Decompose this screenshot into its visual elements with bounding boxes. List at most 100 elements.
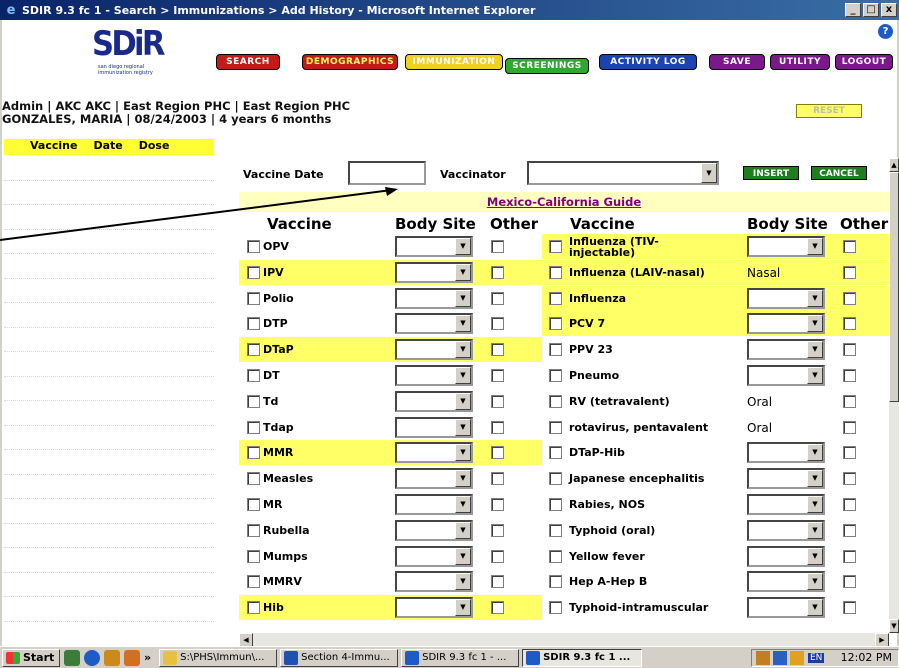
network-icon[interactable] (773, 650, 787, 665)
other-site-checkbox[interactable] (843, 420, 856, 434)
ie-quicklaunch-icon[interactable] (84, 649, 100, 666)
chevron-down-icon[interactable]: ▼ (807, 547, 823, 565)
vaccine-checkbox[interactable] (247, 549, 260, 563)
quicklaunch-chevron[interactable]: » (144, 651, 151, 664)
vaccine-checkbox[interactable] (549, 446, 562, 460)
body-site-select[interactable]: ▼ (747, 339, 825, 361)
body-site-select[interactable]: ▼ (747, 365, 825, 386)
chevron-down-icon[interactable]: ▼ (701, 163, 717, 183)
other-site-checkbox[interactable] (491, 575, 504, 589)
chevron-down-icon[interactable]: ▼ (807, 315, 823, 333)
taskbar-item-word[interactable]: Section 4-Immu... (280, 648, 399, 667)
other-site-checkbox[interactable] (843, 549, 856, 563)
chevron-down-icon[interactable]: ▼ (455, 263, 471, 281)
body-site-select[interactable]: ▼ (747, 545, 825, 567)
logout-button[interactable]: LOGOUT (835, 54, 893, 70)
vaccine-checkbox[interactable] (247, 369, 260, 382)
scroll-left-arrow-icon[interactable]: ◀ (239, 633, 253, 647)
insert-button[interactable]: INSERT (743, 166, 799, 180)
body-site-select[interactable]: ▼ (747, 519, 825, 541)
vertical-scrollbar[interactable]: ▲ ▼ (889, 158, 899, 633)
vaccine-checkbox[interactable] (549, 601, 562, 615)
body-site-select[interactable]: ▼ (395, 597, 473, 619)
vaccinator-select[interactable]: ▼ (527, 161, 719, 185)
chevron-down-icon[interactable]: ▼ (807, 444, 823, 462)
other-site-checkbox[interactable] (491, 601, 504, 615)
minimize-button[interactable]: _ (845, 3, 861, 17)
other-site-checkbox[interactable] (843, 317, 856, 331)
other-site-checkbox[interactable] (491, 498, 504, 511)
scroll-up-arrow-icon[interactable]: ▲ (889, 158, 899, 172)
vaccine-checkbox[interactable] (549, 394, 562, 408)
vaccine-checkbox[interactable] (247, 472, 260, 486)
desktop-icon[interactable] (64, 649, 80, 666)
chevron-down-icon[interactable]: ▼ (807, 367, 823, 384)
body-site-select[interactable]: ▼ (395, 236, 473, 257)
vaccine-checkbox[interactable] (247, 498, 260, 511)
body-site-select[interactable]: ▼ (747, 597, 825, 619)
chevron-down-icon[interactable]: ▼ (455, 238, 471, 255)
chevron-down-icon[interactable]: ▼ (807, 521, 823, 539)
body-site-select[interactable]: ▼ (395, 416, 473, 438)
taskbar-item-folder[interactable]: S:\PHS\Immun\... (159, 648, 278, 667)
reset-button[interactable]: RESET (796, 104, 862, 118)
chevron-down-icon[interactable]: ▼ (807, 341, 823, 359)
body-site-select[interactable]: ▼ (395, 390, 473, 412)
other-site-checkbox[interactable] (843, 291, 856, 305)
body-site-select[interactable]: ▼ (395, 313, 473, 335)
body-site-select[interactable]: ▼ (395, 571, 473, 593)
other-site-checkbox[interactable] (491, 472, 504, 486)
vaccine-checkbox[interactable] (247, 265, 260, 279)
chevron-down-icon[interactable]: ▼ (807, 289, 823, 307)
other-site-checkbox[interactable] (491, 549, 504, 563)
other-site-checkbox[interactable] (843, 343, 856, 357)
chevron-down-icon[interactable]: ▼ (807, 496, 823, 513)
scroll-right-arrow-icon[interactable]: ▶ (875, 633, 889, 647)
vaccine-checkbox[interactable] (549, 575, 562, 589)
vaccine-checkbox[interactable] (247, 343, 260, 357)
cancel-button[interactable]: CANCEL (811, 166, 867, 180)
other-site-checkbox[interactable] (491, 265, 504, 279)
save-button[interactable]: SAVE (709, 54, 765, 70)
taskbar-item-ie-2[interactable]: SDIR 9.3 fc 1 ... (522, 648, 643, 667)
taskbar-item-ie-1[interactable]: SDIR 9.3 fc 1 - ... (401, 648, 520, 667)
body-site-select[interactable]: ▼ (747, 468, 825, 490)
body-site-select[interactable]: ▼ (747, 287, 825, 309)
body-site-select[interactable]: ▼ (747, 313, 825, 335)
chevron-down-icon[interactable]: ▼ (807, 470, 823, 488)
other-site-checkbox[interactable] (843, 446, 856, 460)
vaccine-checkbox[interactable] (247, 420, 260, 434)
vaccine-checkbox[interactable] (247, 317, 260, 331)
other-site-checkbox[interactable] (491, 394, 504, 408)
other-site-checkbox[interactable] (843, 601, 856, 615)
body-site-select[interactable]: ▼ (395, 519, 473, 541)
chevron-down-icon[interactable]: ▼ (455, 599, 471, 617)
vaccine-checkbox[interactable] (549, 317, 562, 331)
body-site-select[interactable]: ▼ (395, 468, 473, 490)
body-site-select[interactable]: ▼ (395, 442, 473, 464)
chevron-down-icon[interactable]: ▼ (455, 367, 471, 384)
body-site-select[interactable]: ▼ (395, 287, 473, 309)
other-site-checkbox[interactable] (843, 575, 856, 589)
other-site-checkbox[interactable] (491, 240, 504, 253)
vaccine-checkbox[interactable] (549, 523, 562, 537)
body-site-select[interactable]: ▼ (747, 442, 825, 464)
chevron-down-icon[interactable]: ▼ (807, 573, 823, 591)
vaccine-checkbox[interactable] (247, 446, 260, 460)
other-site-checkbox[interactable] (491, 446, 504, 460)
media-icon[interactable] (124, 649, 140, 666)
body-site-select[interactable]: ▼ (395, 339, 473, 361)
outlook-icon[interactable] (104, 649, 120, 666)
vaccine-checkbox[interactable] (247, 523, 260, 537)
other-site-checkbox[interactable] (843, 523, 856, 537)
vaccine-checkbox[interactable] (549, 498, 562, 511)
vaccine-checkbox[interactable] (549, 472, 562, 486)
other-site-checkbox[interactable] (843, 498, 856, 511)
chevron-down-icon[interactable]: ▼ (455, 521, 471, 539)
horizontal-scrollbar[interactable]: ◀ ▶ (239, 633, 889, 647)
body-site-select[interactable]: ▼ (395, 365, 473, 386)
chevron-down-icon[interactable]: ▼ (807, 599, 823, 617)
vaccine-checkbox[interactable] (549, 369, 562, 382)
body-site-select[interactable]: ▼ (747, 494, 825, 515)
vaccine-checkbox[interactable] (549, 240, 562, 253)
